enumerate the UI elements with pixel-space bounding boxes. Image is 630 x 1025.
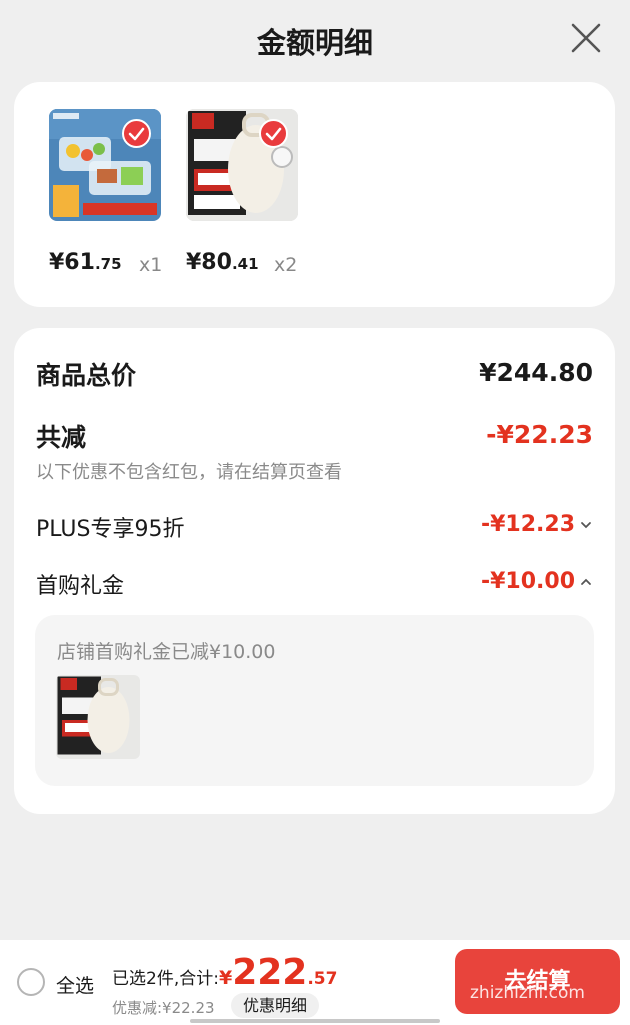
watermark: zhizhizhi.com: [470, 983, 585, 1003]
product-image-food-box[interactable]: [49, 109, 161, 221]
product-qty: x2: [274, 254, 298, 276]
total-label: 商品总价: [36, 361, 137, 390]
selected-check-icon[interactable]: [122, 119, 151, 148]
close-icon[interactable]: [568, 20, 604, 56]
product-price: ¥80.41: [186, 250, 259, 275]
page-title: 金额明细: [256, 26, 373, 60]
gift-detail-box: 店铺首购礼金已减¥10.00: [35, 615, 594, 786]
summary-card: 商品总价 ¥244.80 共减 -¥22.23 以下优惠不包含红包，请在结算页查…: [14, 328, 615, 814]
header: 金额明细: [0, 0, 630, 80]
select-all-radio[interactable]: [17, 968, 45, 996]
price-main: ¥61: [49, 250, 95, 275]
chevron-down-icon[interactable]: [579, 518, 593, 532]
product-price: ¥61.75: [49, 250, 122, 275]
product-qty: x1: [139, 254, 163, 276]
gift-detail-text: 店铺首购礼金已减¥10.00: [57, 641, 276, 663]
first-buy-gift-value[interactable]: -¥10.00: [481, 569, 593, 594]
first-buy-gift-label[interactable]: 首购礼金: [36, 568, 124, 600]
reduce-value: -¥22.23: [486, 420, 593, 449]
price-decimal: .41: [231, 255, 259, 273]
plus-discount-value[interactable]: -¥12.23: [481, 512, 593, 537]
select-all-label[interactable]: 全选: [56, 971, 94, 998]
first-buy-gift-amount: -¥10.00: [480, 569, 575, 594]
plus-discount-label[interactable]: PLUS专享95折: [36, 511, 185, 543]
checkout-button[interactable]: 去结算: [455, 949, 620, 1014]
chevron-up-icon[interactable]: [579, 575, 593, 589]
discount-note: 以下优惠不包含红包，请在结算页查看: [36, 462, 342, 483]
product-card: ¥61.75 x1 ¥80.41 x2: [14, 82, 615, 307]
total-integer: 222: [232, 952, 308, 993]
discount-detail-button[interactable]: 优惠明细: [231, 993, 320, 1018]
total-decimal: .57: [307, 969, 338, 989]
product-image-kettle[interactable]: [186, 109, 298, 221]
total-value: ¥244.80: [479, 358, 593, 387]
total-yen: ¥: [218, 967, 233, 989]
gift-product-thumbnail[interactable]: [56, 675, 140, 759]
discount-amount: 优惠减:¥22.23: [112, 999, 215, 1017]
reduce-label: 共减: [36, 423, 87, 452]
selected-summary: 已选2件,合计:¥222.57: [112, 952, 337, 993]
price-main: ¥80: [186, 250, 232, 275]
price-decimal: .75: [94, 255, 122, 273]
home-indicator: [190, 1019, 440, 1023]
selected-count-text: 已选2件,合计:: [112, 969, 219, 989]
selected-check-icon[interactable]: [259, 119, 288, 148]
plus-discount-amount: -¥12.23: [480, 512, 575, 537]
checkout-bar: 全选 已选2件,合计:¥222.57 优惠减:¥22.23 优惠明细 去结算 z…: [0, 940, 630, 1025]
